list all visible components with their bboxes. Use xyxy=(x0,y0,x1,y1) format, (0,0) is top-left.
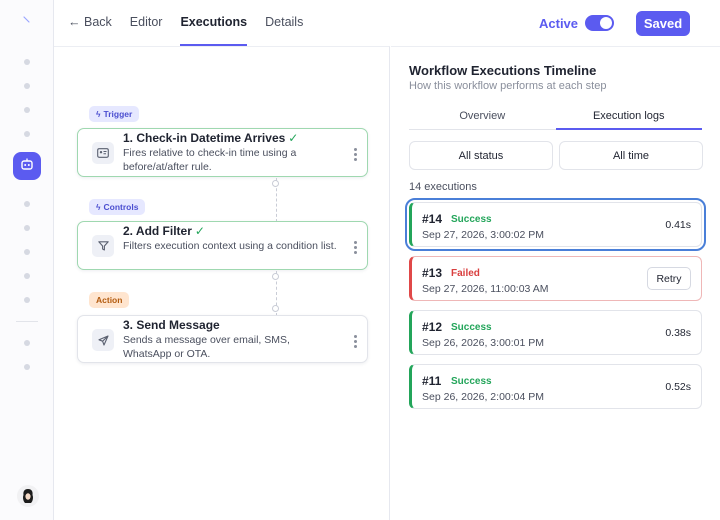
execution-id: #12 xyxy=(422,320,443,334)
active-label: Active xyxy=(539,16,579,31)
trigger-badge: ϟ Trigger xyxy=(89,106,140,122)
logo-icon xyxy=(23,16,31,24)
panel-subtitle: How this workflow performs at each step xyxy=(409,80,607,92)
node-menu-icon[interactable] xyxy=(353,148,357,161)
avatar[interactable] xyxy=(17,485,39,507)
tab-executions[interactable]: Executions xyxy=(180,0,247,46)
execution-id: #13 xyxy=(422,266,443,280)
workflow-node-send-message[interactable]: 3. Send Message Sends a message over ema… xyxy=(77,315,368,363)
rail-nav-item[interactable] xyxy=(24,273,30,279)
id-card-icon xyxy=(92,142,114,164)
tab-details[interactable]: Details xyxy=(265,0,303,46)
execution-row[interactable]: #12 Success Sep 26, 2026, 3:00:01 PM 0.3… xyxy=(409,310,702,355)
execution-duration: 0.41s xyxy=(665,219,691,231)
execution-id: #14 xyxy=(422,212,443,226)
execution-timestamp: Sep 27, 2026, 3:00:02 PM xyxy=(422,229,545,241)
filter-icon xyxy=(92,235,114,257)
robot-icon xyxy=(20,157,34,176)
rail-nav-item[interactable] xyxy=(24,59,30,65)
send-icon xyxy=(92,329,114,351)
rail-nav-item[interactable] xyxy=(24,131,30,137)
bolt-icon: ϟ xyxy=(96,109,101,119)
rail-nav-item[interactable] xyxy=(24,107,30,113)
workflow-node-filter[interactable]: 2. Add Filter ✓ Filters execution context… xyxy=(77,221,368,270)
rail-item-automations[interactable] xyxy=(13,152,41,180)
status-badge: Success xyxy=(451,214,492,225)
top-header: ← Back Editor Executions Details Active … xyxy=(54,0,720,46)
rail-nav-item[interactable] xyxy=(24,249,30,255)
execution-timestamp: Sep 26, 2026, 3:00:01 PM xyxy=(422,337,545,349)
connector-handle[interactable] xyxy=(272,305,279,312)
rail-nav-item[interactable] xyxy=(24,225,30,231)
execution-timestamp: Sep 27, 2026, 11:00:03 AM xyxy=(422,283,549,295)
check-icon: ✓ xyxy=(288,131,299,145)
time-filter-select[interactable]: All time xyxy=(559,141,703,170)
node-title: 3. Send Message xyxy=(123,318,220,332)
node-menu-icon[interactable] xyxy=(353,335,357,348)
status-filter-select[interactable]: All status xyxy=(409,141,553,170)
rail-nav-item[interactable] xyxy=(24,297,30,303)
back-link[interactable]: ← Back xyxy=(68,0,112,46)
rail-divider xyxy=(16,321,38,322)
workflow-node-checkin[interactable]: 1. Check-in Datetime Arrives ✓ Fires rela… xyxy=(77,128,368,177)
workflow-nav: ← Back Editor Executions Details xyxy=(68,0,321,46)
retry-button[interactable]: Retry xyxy=(647,267,691,290)
active-toggle[interactable] xyxy=(585,15,614,31)
rail-nav-item[interactable] xyxy=(24,83,30,89)
panel-title: Workflow Executions Timeline xyxy=(409,63,597,78)
node-title: 2. Add Filter ✓ xyxy=(123,224,205,238)
timeline-tabs: Overview Execution logs xyxy=(409,105,702,130)
controls-badge: ϟ Controls xyxy=(89,199,146,215)
node-description: Sends a message over email, SMS, WhatsAp… xyxy=(123,334,290,360)
tab-execution-logs[interactable]: Execution logs xyxy=(555,105,703,130)
saved-button[interactable]: Saved xyxy=(636,11,690,36)
rail-nav-item[interactable] xyxy=(24,201,30,207)
toggle-knob xyxy=(600,17,612,29)
tab-overview[interactable]: Overview xyxy=(409,105,556,129)
status-badge: Success xyxy=(451,322,492,333)
execution-timestamp: Sep 26, 2026, 2:00:04 PM xyxy=(422,391,545,403)
execution-row[interactable]: #13 Failed Sep 27, 2026, 11:00:03 AM Ret… xyxy=(409,256,702,301)
executions-timeline-panel: Workflow Executions Timeline How this wo… xyxy=(391,46,720,520)
rail-nav-item[interactable] xyxy=(24,364,30,370)
execution-row[interactable]: #11 Success Sep 26, 2026, 2:00:04 PM 0.5… xyxy=(409,364,702,409)
status-badge: Success xyxy=(451,376,492,387)
executions-count: 14 executions xyxy=(409,181,477,193)
node-description: Filters execution context using a condit… xyxy=(123,240,337,252)
rail-nav-item[interactable] xyxy=(24,340,30,346)
action-badge: Action xyxy=(89,292,130,308)
bolt-icon: ϟ xyxy=(96,202,101,212)
node-description: Fires relative to check-in time using a … xyxy=(123,147,297,173)
execution-duration: 0.38s xyxy=(665,327,691,339)
execution-duration: 0.52s xyxy=(665,381,691,393)
status-badge: Failed xyxy=(451,268,480,279)
check-icon: ✓ xyxy=(194,224,205,238)
node-menu-icon[interactable] xyxy=(353,241,357,254)
connector-handle[interactable] xyxy=(272,273,279,280)
workflow-canvas: ϟ Trigger 1. Check-in Datetime Arrives ✓ … xyxy=(54,46,390,520)
connector-handle[interactable] xyxy=(272,180,279,187)
node-title: 1. Check-in Datetime Arrives ✓ xyxy=(123,131,299,145)
left-rail xyxy=(0,0,54,520)
execution-row[interactable]: #14 Success Sep 27, 2026, 3:00:02 PM 0.4… xyxy=(405,198,706,251)
tab-editor[interactable]: Editor xyxy=(130,0,163,46)
arrow-left-icon: ← xyxy=(68,15,81,29)
execution-id: #11 xyxy=(422,374,442,388)
